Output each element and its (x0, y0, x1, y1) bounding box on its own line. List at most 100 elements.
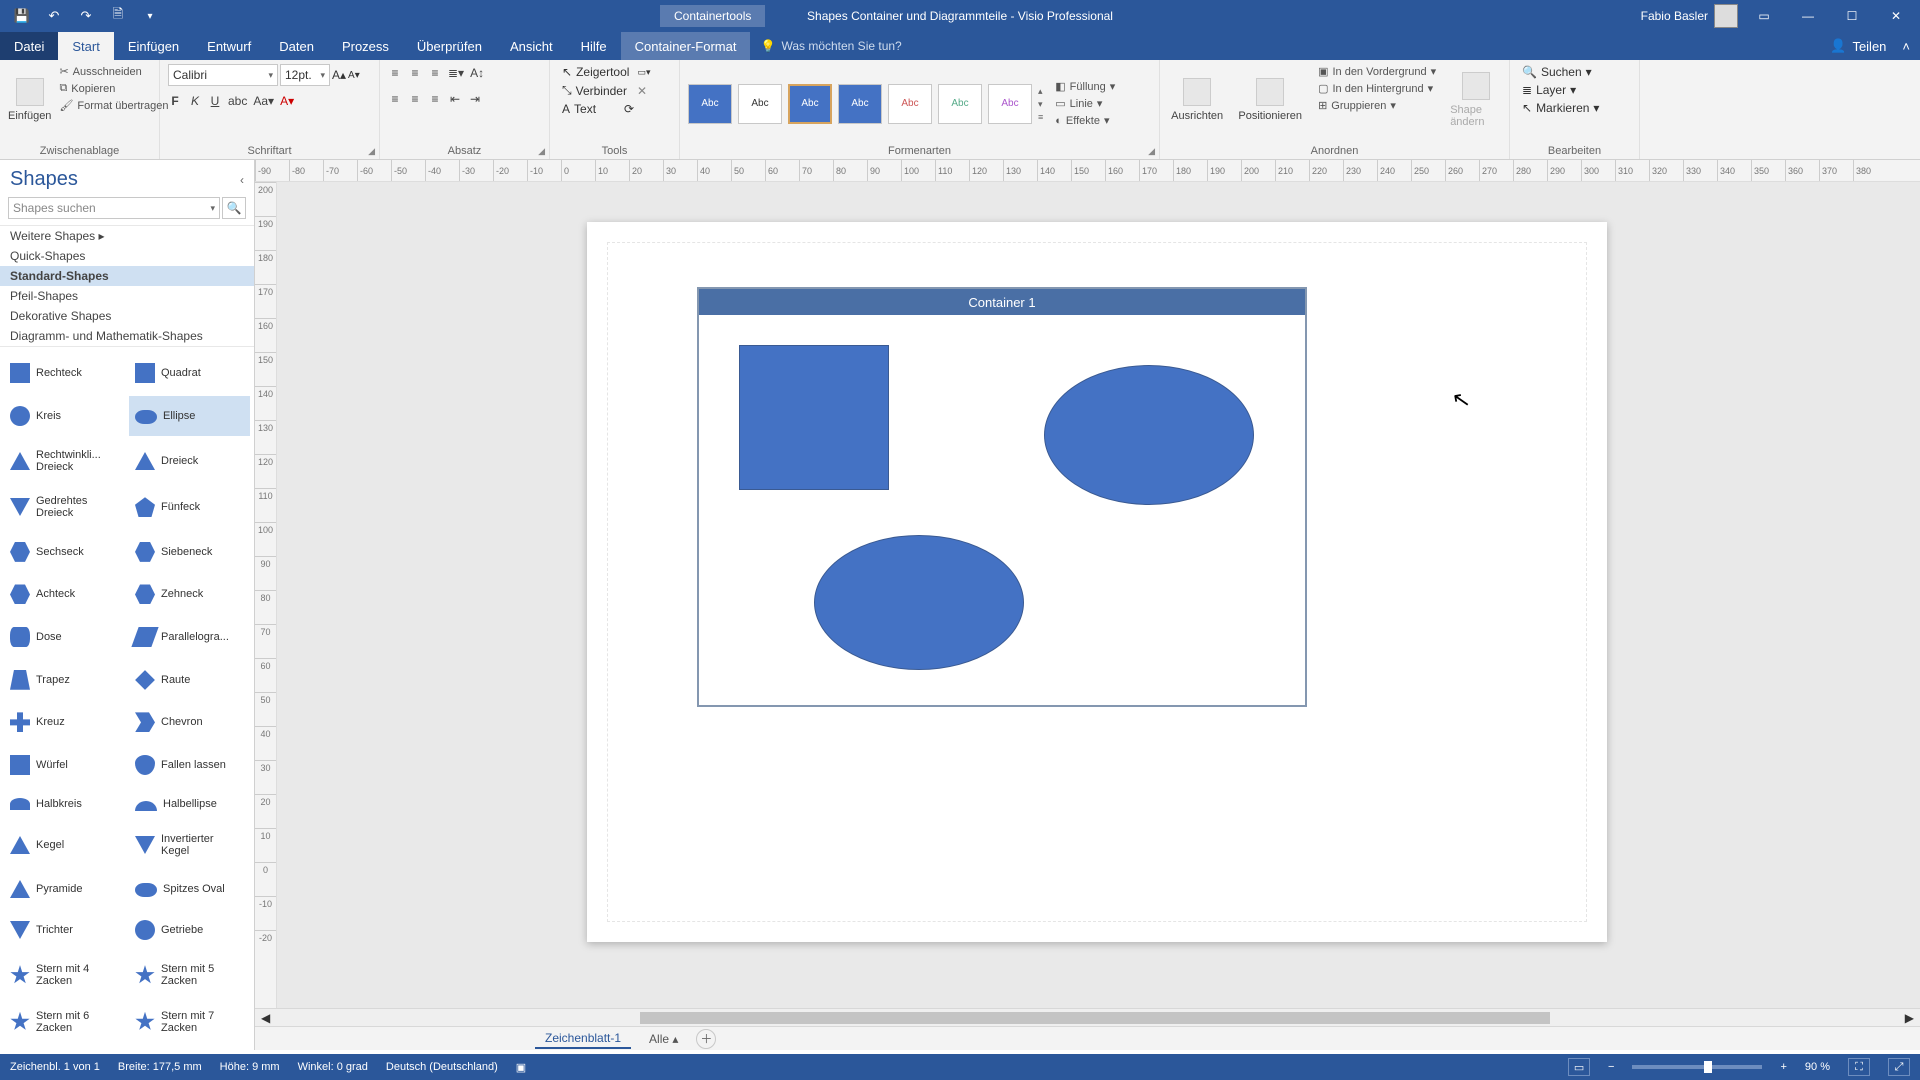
font-color-button[interactable]: A▾ (280, 94, 294, 108)
shape-fuenfeck[interactable]: Fünfeck (129, 485, 250, 530)
shape-dreieck[interactable]: Dreieck (129, 438, 250, 483)
shape-rechteck[interactable]: Rechteck (4, 353, 125, 394)
shape-fallen-lassen[interactable]: Fallen lassen (129, 745, 250, 786)
decrease-indent-icon[interactable]: ⇤ (448, 92, 462, 106)
collapse-pane-icon[interactable]: ‹ (240, 173, 244, 187)
zoom-slider-knob[interactable] (1704, 1061, 1712, 1073)
connector-x-icon[interactable]: ✕ (637, 84, 647, 98)
align-button[interactable]: Ausrichten (1168, 64, 1226, 136)
shapes-search-button[interactable]: 🔍 (222, 197, 246, 219)
category-dekorative-shapes[interactable]: Dekorative Shapes (0, 306, 254, 326)
grow-font-icon[interactable]: A▴ (332, 68, 346, 82)
scroll-thumb[interactable] (640, 1012, 1550, 1024)
shape-sechseck[interactable]: Sechseck (4, 532, 125, 573)
undo-icon[interactable]: ↶ (40, 2, 68, 30)
collapse-ribbon-icon[interactable]: ˄ (1902, 39, 1910, 54)
shape-quadrat[interactable]: Quadrat (129, 353, 250, 394)
zoom-in-button[interactable]: + (1780, 1061, 1786, 1073)
shape-kreuz[interactable]: Kreuz (4, 702, 125, 743)
shape-pyramide[interactable]: Pyramide (4, 870, 125, 909)
ribbon-display-options-icon[interactable]: ▭ (1746, 2, 1782, 30)
minimize-icon[interactable]: — (1790, 2, 1826, 30)
shape-dose[interactable]: Dose (4, 617, 125, 658)
tab-prozess[interactable]: Prozess (328, 32, 403, 60)
macro-record-icon[interactable]: ▣ (516, 1061, 526, 1074)
dialog-launcher-schriftart[interactable]: ◢ (368, 146, 375, 157)
style-swatch-3[interactable]: Abc (788, 84, 832, 124)
zoom-level[interactable]: 90 % (1805, 1061, 1830, 1073)
dialog-launcher-absatz[interactable]: ◢ (538, 146, 545, 157)
category-standard-shapes[interactable]: Standard-Shapes (0, 266, 254, 286)
shape-achteck[interactable]: Achteck (4, 574, 125, 615)
cut-button[interactable]: ✂Ausschneiden (55, 64, 172, 79)
shape-ellipse[interactable]: Ellipse (129, 396, 250, 437)
rotate-icon[interactable]: ⟳ (624, 102, 634, 116)
page-tab-alle[interactable]: Alle ▴ (641, 1030, 686, 1048)
layer-button[interactable]: ≣Layer ▾ (1518, 82, 1580, 98)
align-middle-icon[interactable]: ≡ (408, 66, 422, 80)
shape-trichter[interactable]: Trichter (4, 910, 125, 951)
page-tab-1[interactable]: Zeichenblatt-1 (535, 1029, 631, 1049)
italic-button[interactable]: K (188, 94, 202, 108)
font-family-combo[interactable]: Calibri (168, 64, 278, 86)
shape-parallelogramm[interactable]: Parallelogra... (129, 617, 250, 658)
text-direction-icon[interactable]: A↕ (470, 66, 484, 80)
qat-more-icon[interactable]: ▾ (136, 2, 164, 30)
shape-stern-4[interactable]: Stern mit 4 Zacken (4, 953, 125, 998)
new-doc-icon[interactable]: 🗎 (104, 2, 132, 30)
shapes-search-input[interactable]: Shapes suchen (8, 197, 220, 219)
container-header[interactable]: Container 1 (699, 289, 1305, 315)
tab-hilfe[interactable]: Hilfe (567, 32, 621, 60)
style-swatch-5[interactable]: Abc (888, 84, 932, 124)
user-account[interactable]: Fabio Basler (1641, 4, 1738, 28)
shape-zehneck[interactable]: Zehneck (129, 574, 250, 615)
shape-gedrehtes-dreieck[interactable]: Gedrehtes Dreieck (4, 485, 125, 530)
share-button[interactable]: Teilen (1852, 39, 1886, 54)
close-icon[interactable]: ✕ (1878, 2, 1914, 30)
shape-getriebe[interactable]: Getriebe (129, 910, 250, 951)
canvas-ellipse-shape-1[interactable] (1044, 365, 1254, 505)
bullets-icon[interactable]: ≣▾ (448, 66, 464, 80)
horizontal-scrollbar[interactable]: ◀ ▶ (255, 1008, 1920, 1026)
position-button[interactable]: Positionieren (1236, 64, 1304, 136)
presentation-mode-icon[interactable]: ▭ (1568, 1058, 1590, 1076)
increase-indent-icon[interactable]: ⇥ (468, 92, 482, 106)
maximize-icon[interactable]: ☐ (1834, 2, 1870, 30)
shape-halbellipse[interactable]: Halbellipse (129, 787, 250, 821)
gallery-down-icon[interactable]: ▾ (1038, 99, 1043, 110)
shape-rechtwinkliges-dreieck[interactable]: Rechtwinkli... Dreieck (4, 438, 125, 483)
gallery-up-icon[interactable]: ▴ (1038, 86, 1043, 97)
underline-button[interactable]: U (208, 94, 222, 108)
shape-kegel[interactable]: Kegel (4, 823, 125, 868)
tab-datei[interactable]: Datei (0, 32, 58, 60)
style-swatch-2[interactable]: Abc (738, 84, 782, 124)
drawing-page[interactable]: Container 1 ↖ (587, 222, 1607, 942)
shape-style-gallery[interactable]: Abc Abc Abc Abc Abc Abc Abc ▴ ▾ ≡ (688, 84, 1043, 124)
style-swatch-4[interactable]: Abc (838, 84, 882, 124)
line-button[interactable]: ▭Linie ▾ (1051, 96, 1119, 111)
shape-stern-6[interactable]: Stern mit 6 Zacken (4, 999, 125, 1044)
save-icon[interactable]: 💾 (8, 2, 36, 30)
shape-wuerfel[interactable]: Würfel (4, 745, 125, 786)
connector-tool-button[interactable]: ⤡Verbinder✕ (558, 82, 651, 99)
zoom-out-button[interactable]: − (1608, 1061, 1614, 1073)
align-center-icon[interactable]: ≡ (408, 92, 422, 106)
tab-start[interactable]: Start (58, 32, 113, 60)
shape-halbkreis[interactable]: Halbkreis (4, 787, 125, 821)
fill-button[interactable]: ◧Füllung ▾ (1051, 79, 1119, 94)
format-painter-button[interactable]: 🖌Format übertragen (55, 98, 172, 113)
tab-ueberpruefen[interactable]: Überprüfen (403, 32, 496, 60)
tab-container-format[interactable]: Container-Format (621, 32, 751, 60)
category-diagramm-shapes[interactable]: Diagramm- und Mathematik-Shapes (0, 326, 254, 346)
canvas-rectangle-shape[interactable] (739, 345, 889, 490)
select-button[interactable]: ↖Markieren ▾ (1518, 100, 1603, 116)
redo-icon[interactable]: ↷ (72, 2, 100, 30)
bring-to-front-button[interactable]: ▣In den Vordergrund ▾ (1314, 64, 1440, 79)
scroll-track[interactable] (640, 1012, 1550, 1024)
tell-me-search[interactable]: 💡 Was möchten Sie tun? (750, 32, 911, 60)
shape-invertierter-kegel[interactable]: Invertierter Kegel (129, 823, 250, 868)
shape-trapez[interactable]: Trapez (4, 659, 125, 700)
dialog-launcher-formenarten[interactable]: ◢ (1148, 146, 1155, 157)
change-case-button[interactable]: Aa▾ (253, 94, 274, 108)
shape-stern-5[interactable]: Stern mit 5 Zacken (129, 953, 250, 998)
